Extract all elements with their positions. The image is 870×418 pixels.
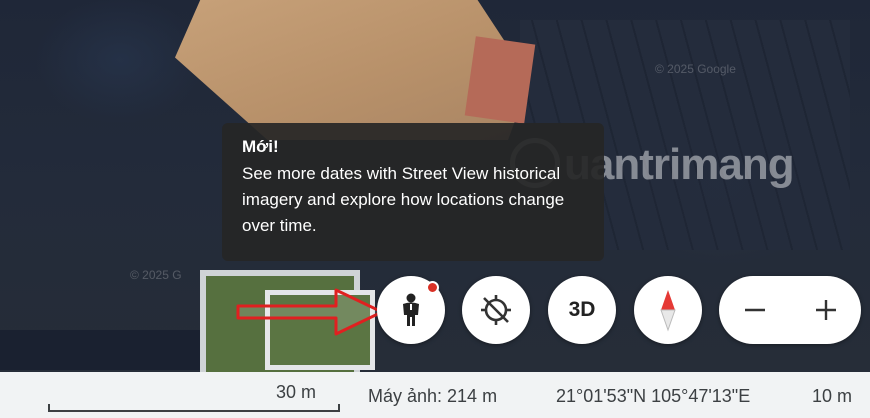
annotation-arrow-icon	[236, 288, 384, 336]
elevation: 10 m	[812, 386, 853, 406]
tooltip-title: Mới!	[242, 137, 279, 156]
map-red-roof	[464, 36, 536, 124]
toggle-3d-button[interactable]: 3D	[548, 276, 616, 344]
plus-icon	[815, 300, 836, 320]
scale-label: 30 m	[276, 382, 317, 402]
map-watermark: © 2025 Google	[655, 62, 736, 76]
map-watermark: © 2025 G	[130, 268, 182, 282]
zoom-control	[719, 276, 861, 344]
zoom-in-button[interactable]	[796, 280, 856, 340]
compass-icon	[660, 290, 676, 332]
scale-bar	[48, 404, 340, 412]
minus-icon	[744, 308, 765, 312]
satellite-map[interactable]: © 2025 Google © 2025 G uantrimang Mới! S…	[0, 0, 870, 372]
location-off-icon	[481, 295, 511, 325]
notification-dot	[426, 281, 439, 294]
compass-button[interactable]	[634, 276, 702, 344]
pegman-icon	[403, 293, 419, 326]
coordinates: 21°01'53"N 105°47'13"E	[556, 386, 751, 406]
zoom-out-button[interactable]	[725, 280, 785, 340]
tooltip-body: See more dates with Street View historic…	[242, 164, 565, 235]
camera-altitude: Máy ảnh: 214 m	[368, 386, 498, 406]
map-street	[0, 330, 220, 370]
street-view-tooltip: Mới! See more dates with Street View his…	[222, 123, 604, 261]
my-location-button[interactable]	[462, 276, 530, 344]
